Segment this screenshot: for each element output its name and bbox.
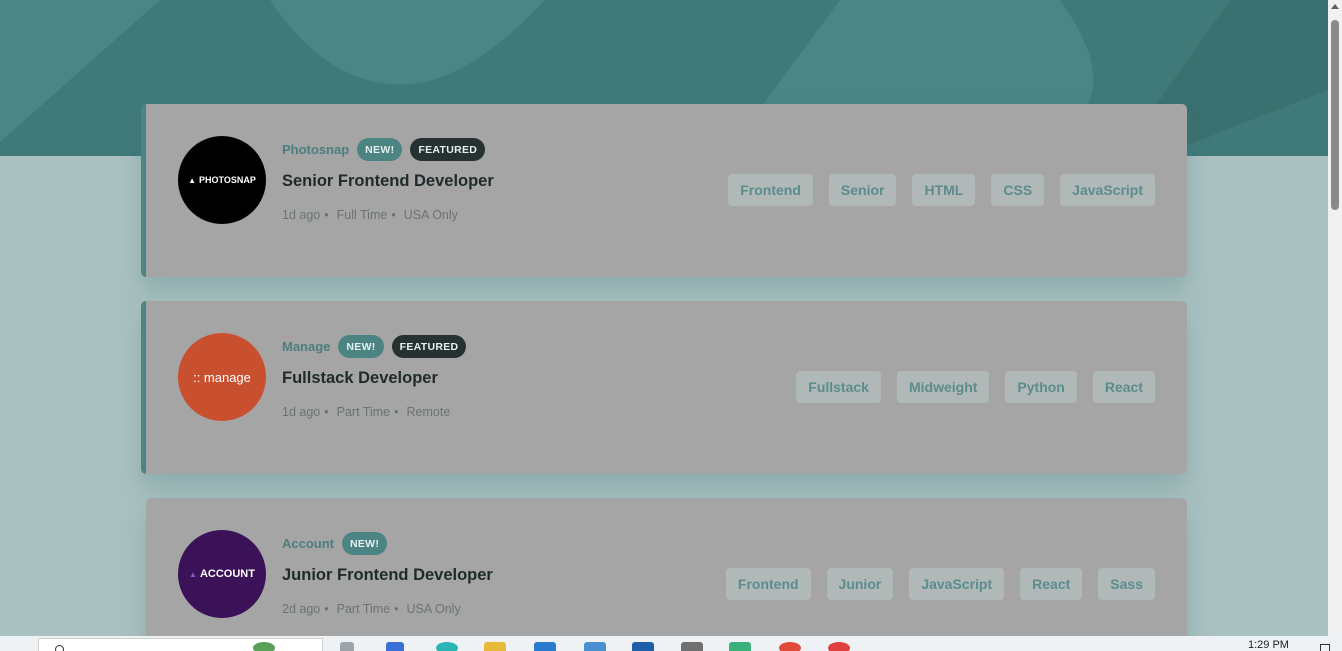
separator: • bbox=[324, 208, 329, 222]
posted-at: 1d ago bbox=[282, 405, 321, 419]
new-badge: NEW! bbox=[342, 531, 388, 555]
company-name: Account bbox=[282, 535, 334, 551]
contract-type: Full Time bbox=[336, 208, 388, 222]
job-meta: 1d ago • Full Time • USA Only bbox=[282, 208, 458, 222]
company-logo: ▲ ACCOUNT bbox=[178, 530, 266, 618]
job-meta: 1d ago • Part Time • Remote bbox=[282, 405, 450, 419]
app-icon[interactable] bbox=[779, 642, 801, 651]
tag-filter[interactable]: React bbox=[1092, 371, 1155, 403]
tag-list: Frontend Senior HTML CSS JavaScript bbox=[728, 174, 1155, 206]
triangle-icon: ▲ bbox=[188, 175, 197, 185]
file-explorer-icon[interactable] bbox=[484, 642, 506, 651]
company-name: Photosnap bbox=[282, 141, 350, 157]
edge-browser-icon[interactable] bbox=[436, 642, 458, 651]
location: Remote bbox=[406, 405, 451, 419]
new-badge: NEW! bbox=[338, 334, 384, 358]
job-card-account[interactable]: ▲ ACCOUNT Account NEW! Junior Frontend D… bbox=[146, 498, 1187, 651]
separator: • bbox=[391, 208, 396, 222]
scroll-up-arrow-icon[interactable] bbox=[1331, 4, 1339, 9]
posted-at: 1d ago bbox=[282, 208, 321, 222]
job-title[interactable]: Junior Frontend Developer bbox=[282, 566, 493, 585]
vertical-scrollbar[interactable] bbox=[1328, 0, 1342, 636]
company-row: Manage NEW! FEATURED bbox=[282, 333, 467, 359]
company-logo: :: manage bbox=[178, 333, 266, 421]
tag-filter[interactable]: JavaScript bbox=[1060, 174, 1155, 206]
job-title[interactable]: Fullstack Developer bbox=[282, 369, 438, 388]
job-card-photosnap[interactable]: ▲ PHOTOSNAP Photosnap NEW! FEATURED Seni… bbox=[141, 104, 1187, 277]
tag-filter[interactable]: Sass bbox=[1098, 568, 1155, 600]
logo-text: :: manage bbox=[193, 369, 251, 385]
featured-badge: FEATURED bbox=[410, 137, 486, 161]
calculator-icon[interactable] bbox=[681, 642, 703, 651]
logo-text: PHOTOSNAP bbox=[199, 175, 256, 185]
separator: • bbox=[324, 602, 329, 616]
tag-filter[interactable]: Midweight bbox=[896, 371, 990, 403]
notification-icon[interactable] bbox=[1320, 644, 1330, 651]
app-icon[interactable] bbox=[253, 642, 275, 651]
taskbar: 1:29 PM bbox=[0, 636, 1342, 651]
app-icon[interactable] bbox=[828, 642, 850, 651]
location: USA Only bbox=[406, 602, 461, 616]
tag-filter[interactable]: HTML bbox=[912, 174, 976, 206]
separator: • bbox=[394, 602, 399, 616]
tag-filter[interactable]: Junior bbox=[826, 568, 894, 600]
triangle-icon: ▲ bbox=[189, 569, 197, 579]
featured-badge: FEATURED bbox=[391, 334, 467, 358]
app-icon[interactable] bbox=[386, 642, 404, 651]
contract-type: Part Time bbox=[336, 602, 391, 616]
scrollbar-thumb[interactable] bbox=[1331, 20, 1339, 210]
new-badge: NEW! bbox=[357, 137, 403, 161]
search-icon bbox=[55, 645, 64, 651]
app-icon[interactable] bbox=[729, 642, 751, 651]
contract-type: Part Time bbox=[336, 405, 391, 419]
location: USA Only bbox=[403, 208, 458, 222]
tag-filter[interactable]: Frontend bbox=[725, 568, 811, 600]
separator: • bbox=[324, 405, 329, 419]
taskbar-clock[interactable]: 1:29 PM bbox=[1248, 639, 1289, 651]
taskbar-search-box[interactable] bbox=[38, 638, 323, 651]
tag-filter[interactable]: Fullstack bbox=[796, 371, 881, 403]
job-title[interactable]: Senior Frontend Developer bbox=[282, 172, 494, 191]
store-icon[interactable] bbox=[584, 642, 606, 651]
tag-filter[interactable]: JavaScript bbox=[909, 568, 1005, 600]
tag-filter[interactable]: Senior bbox=[828, 174, 897, 206]
logo-text: ACCOUNT bbox=[199, 568, 255, 580]
separator: • bbox=[394, 405, 399, 419]
tag-filter[interactable]: Frontend bbox=[728, 174, 813, 206]
tag-filter[interactable]: CSS bbox=[991, 174, 1045, 206]
company-row: Account NEW! bbox=[282, 530, 388, 556]
posted-at: 2d ago bbox=[282, 602, 321, 616]
tag-filter[interactable]: Python bbox=[1005, 371, 1077, 403]
job-meta: 2d ago • Part Time • USA Only bbox=[282, 602, 461, 616]
linkedin-icon[interactable] bbox=[632, 642, 654, 651]
company-row: Photosnap NEW! FEATURED bbox=[282, 136, 486, 162]
company-logo: ▲ PHOTOSNAP bbox=[178, 136, 266, 224]
task-view-icon[interactable] bbox=[340, 642, 354, 651]
tag-filter[interactable]: React bbox=[1020, 568, 1083, 600]
company-name: Manage bbox=[282, 338, 331, 354]
mail-icon[interactable] bbox=[534, 642, 556, 651]
job-card-manage[interactable]: :: manage Manage NEW! FEATURED Fullstack… bbox=[141, 301, 1187, 474]
tag-list: Fullstack Midweight Python React bbox=[796, 371, 1155, 403]
tag-list: Frontend Junior JavaScript React Sass bbox=[725, 568, 1155, 600]
